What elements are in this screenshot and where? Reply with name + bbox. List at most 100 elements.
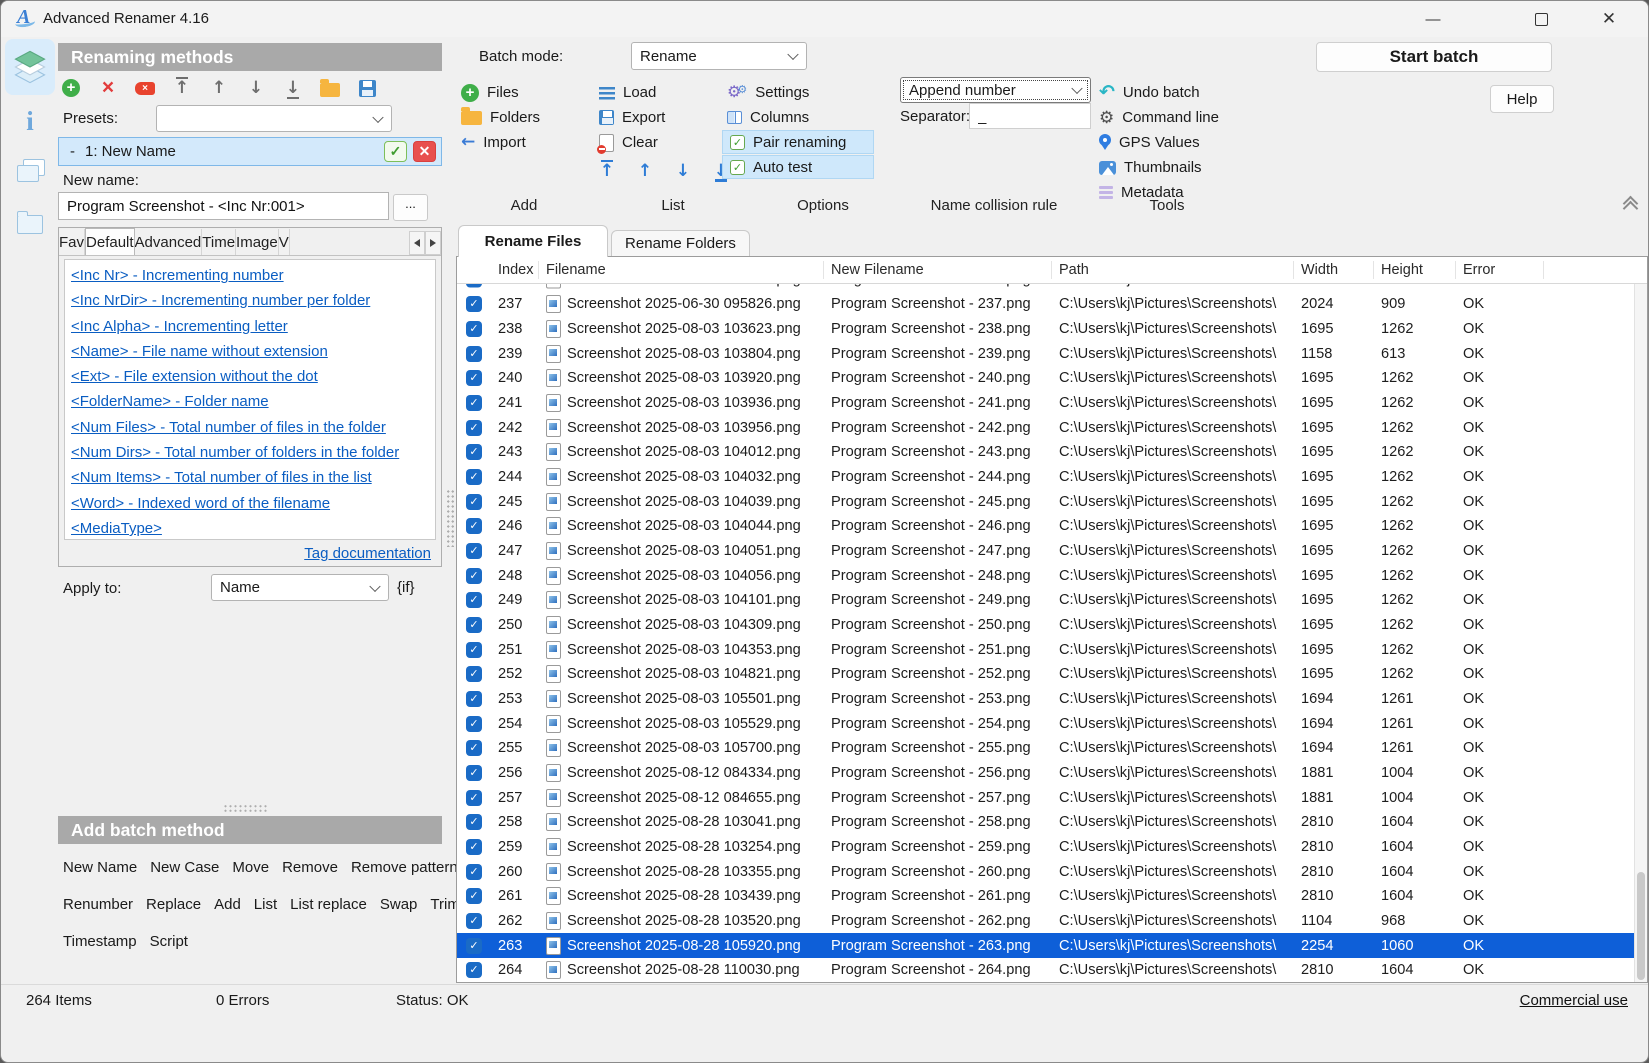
row-checkbox[interactable] — [466, 592, 482, 608]
tag-link[interactable]: <Num Files> - Total number of files in t… — [71, 415, 429, 440]
settings-button[interactable]: ⚙⚙Settings — [727, 80, 874, 105]
tab-rename-folders[interactable]: Rename Folders — [611, 230, 750, 256]
method-collapse-glyph[interactable]: - — [70, 143, 75, 160]
apply-to-dropdown[interactable]: Name — [211, 574, 389, 601]
move-method-down-button[interactable]: ↓ — [246, 77, 266, 99]
table-row[interactable]: 263 Screenshot 2025-08-28 105920.png Pro… — [457, 933, 1634, 958]
table-row[interactable]: 248 Screenshot 2025-08-03 104056.png Pro… — [457, 563, 1634, 588]
row-checkbox[interactable] — [466, 740, 482, 756]
tag-link[interactable]: <MediaType> — [71, 516, 429, 540]
table-row[interactable]: 253 Screenshot 2025-08-03 105501.png Pro… — [457, 687, 1634, 712]
row-checkbox[interactable] — [466, 395, 482, 411]
table-row[interactable]: 262 Screenshot 2025-08-28 103520.png Pro… — [457, 909, 1634, 934]
pair-renaming-toggle[interactable]: ✓Pair renaming — [722, 130, 874, 154]
method-item-new-name[interactable]: - 1: New Name ✓ ✕ — [58, 137, 442, 166]
columns-button[interactable]: Columns — [727, 105, 874, 130]
tag-link[interactable]: <Word> - Indexed word of the filename — [71, 491, 429, 516]
table-row[interactable]: 252 Screenshot 2025-08-03 104821.png Pro… — [457, 662, 1634, 687]
row-checkbox[interactable] — [466, 494, 482, 510]
tag-link[interactable]: <Name> - File name without extension — [71, 339, 429, 364]
sidebar-item-info[interactable]: i — [15, 106, 45, 136]
row-checkbox[interactable] — [466, 790, 482, 806]
method-delete-button[interactable]: ✕ — [413, 141, 436, 162]
add-method-button[interactable]: + — [61, 77, 81, 99]
table-row[interactable]: 243 Screenshot 2025-08-03 104012.png Pro… — [457, 440, 1634, 465]
table-row[interactable]: 258 Screenshot 2025-08-28 103041.png Pro… — [457, 810, 1634, 835]
load-list-button[interactable]: Load — [599, 80, 729, 105]
scrollbar-thumb[interactable] — [1637, 872, 1645, 980]
add-folders-button[interactable]: Folders — [461, 105, 540, 130]
row-checkbox[interactable] — [466, 642, 482, 658]
header-filename[interactable]: Filename — [539, 261, 824, 279]
table-row[interactable]: 240 Screenshot 2025-08-03 103920.png Pro… — [457, 366, 1634, 391]
row-checkbox[interactable] — [466, 543, 482, 559]
tag-link[interactable]: <Inc Alpha> - Incrementing letter — [71, 314, 429, 339]
table-row[interactable]: 244 Screenshot 2025-08-03 104032.png Pro… — [457, 465, 1634, 490]
table-row[interactable]: 246 Screenshot 2025-08-03 104044.png Pro… — [457, 514, 1634, 539]
import-button[interactable]: ←Import — [461, 130, 540, 155]
table-row[interactable]: 264 Screenshot 2025-08-28 110030.png Pro… — [457, 958, 1634, 982]
tag-link[interactable]: <Ext> - File extension without the dot — [71, 364, 429, 389]
header-index[interactable]: Index — [491, 261, 539, 279]
table-row[interactable]: 259 Screenshot 2025-08-28 103254.png Pro… — [457, 835, 1634, 860]
export-list-button[interactable]: Export — [599, 105, 729, 130]
table-row[interactable]: 255 Screenshot 2025-08-03 105700.png Pro… — [457, 736, 1634, 761]
sidebar-item-images[interactable] — [15, 156, 45, 186]
open-preset-button[interactable] — [320, 77, 340, 99]
row-checkbox[interactable] — [466, 518, 482, 534]
minimize-button[interactable]: — — [1418, 7, 1448, 31]
table-row[interactable]: 239 Screenshot 2025-08-03 103804.png Pro… — [457, 341, 1634, 366]
thumbnails-button[interactable]: Thumbnails — [1099, 155, 1219, 180]
table-row[interactable]: 245 Screenshot 2025-08-03 104039.png Pro… — [457, 489, 1634, 514]
row-checkbox[interactable] — [466, 370, 482, 386]
table-row[interactable]: 247 Screenshot 2025-08-03 104051.png Pro… — [457, 539, 1634, 564]
table-row[interactable]: 249 Screenshot 2025-08-03 104101.png Pro… — [457, 588, 1634, 613]
table-row[interactable]: 261 Screenshot 2025-08-28 103439.png Pro… — [457, 884, 1634, 909]
table-row[interactable]: 237 Screenshot 2025-06-30 095826.png Pro… — [457, 292, 1634, 317]
row-checkbox[interactable] — [466, 814, 482, 830]
batch-method-button[interactable]: Replace — [146, 896, 201, 913]
batch-method-button[interactable]: Timestamp — [63, 933, 137, 950]
tag-link[interactable]: <Num Items> - Total number of files in t… — [71, 465, 429, 490]
auto-test-toggle[interactable]: ✓Auto test — [722, 155, 874, 179]
row-checkbox[interactable] — [466, 716, 482, 732]
tag-link[interactable]: <Num Dirs> - Total number of folders in … — [71, 440, 429, 465]
row-checkbox[interactable] — [466, 839, 482, 855]
more-options-button[interactable]: ... — [393, 194, 428, 221]
batch-method-button[interactable]: Script — [150, 933, 188, 950]
tab-rename-files[interactable]: Rename Files — [458, 225, 608, 257]
tag-tab[interactable]: Default — [85, 228, 135, 255]
row-checkbox[interactable] — [466, 864, 482, 880]
table-row[interactable]: 260 Screenshot 2025-08-28 103355.png Pro… — [457, 859, 1634, 884]
table-row[interactable]: 256 Screenshot 2025-08-12 084334.png Pro… — [457, 761, 1634, 786]
tab-scroll-left-button[interactable] — [409, 231, 425, 255]
table-row-partial[interactable]: 236 Screenshot 2025-06-30 091002.png Pro… — [457, 283, 1634, 292]
row-checkbox[interactable] — [466, 321, 482, 337]
row-checkbox[interactable] — [466, 296, 482, 312]
row-checkbox[interactable] — [466, 420, 482, 436]
row-checkbox[interactable] — [466, 888, 482, 904]
tab-scroll-right-button[interactable] — [425, 231, 441, 255]
tag-tab[interactable]: Advanced — [135, 229, 203, 255]
row-checkbox[interactable] — [466, 691, 482, 707]
tag-tab[interactable]: Time — [202, 229, 236, 255]
name-collision-dropdown[interactable]: Append number — [900, 77, 1091, 103]
remove-method-button[interactable]: × — [98, 77, 118, 99]
header-new-filename[interactable]: New Filename — [824, 261, 1052, 279]
separator-input[interactable] — [969, 103, 1091, 129]
tag-documentation-link[interactable]: Tag documentation — [304, 545, 431, 562]
new-name-input[interactable] — [58, 192, 389, 220]
batch-method-button[interactable]: Remove pattern — [351, 859, 458, 876]
row-checkbox[interactable] — [466, 765, 482, 781]
clear-methods-button[interactable]: × — [135, 77, 155, 99]
tag-tab[interactable]: Fav — [59, 229, 85, 255]
batch-method-button[interactable]: Remove — [282, 859, 338, 876]
batch-method-button[interactable]: Move — [232, 859, 269, 876]
row-checkbox[interactable] — [466, 469, 482, 485]
presets-dropdown[interactable] — [156, 105, 392, 132]
vertical-scrollbar[interactable] — [1634, 283, 1647, 982]
tag-tab[interactable]: V — [279, 229, 290, 255]
table-row[interactable]: 241 Screenshot 2025-08-03 103936.png Pro… — [457, 391, 1634, 416]
table-row[interactable]: 254 Screenshot 2025-08-03 105529.png Pro… — [457, 711, 1634, 736]
move-method-up-button[interactable]: ↑ — [209, 77, 229, 99]
